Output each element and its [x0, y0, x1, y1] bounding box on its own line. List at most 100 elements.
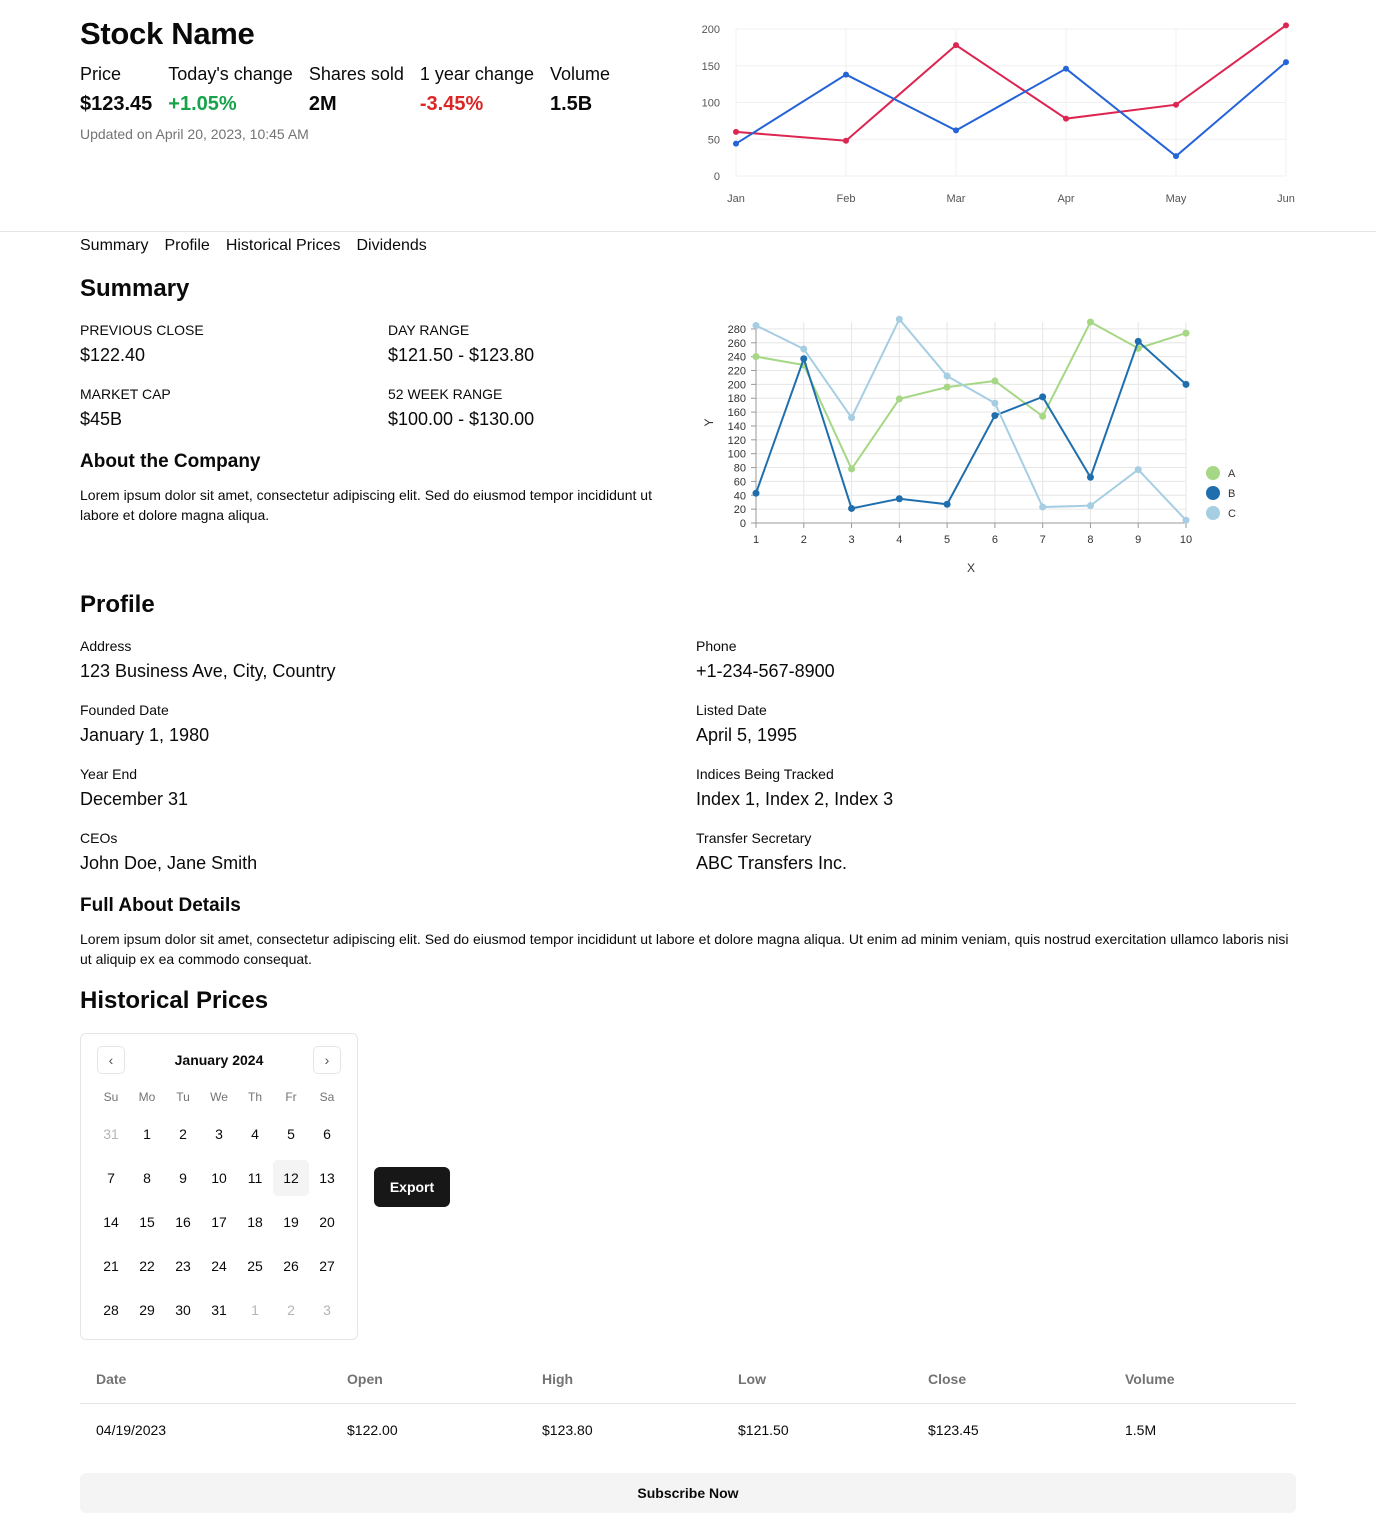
column-header: Low	[738, 1371, 766, 1387]
calendar-day[interactable]: 13	[309, 1160, 345, 1196]
calendar-day[interactable]: 18	[237, 1204, 273, 1240]
subscribe-button[interactable]: Subscribe Now	[80, 1473, 1296, 1513]
data-point	[895, 315, 903, 323]
historical-prices-title: Historical Prices	[80, 987, 269, 1014]
historical-prices-table: Date Open High Low Close Volume 04/19/20…	[80, 1355, 1296, 1456]
calendar-day[interactable]: 12	[273, 1160, 309, 1196]
calendar-next-button[interactable]: ›	[313, 1046, 341, 1074]
series-line-a	[755, 320, 1187, 471]
calendar-day[interactable]: 23	[165, 1248, 201, 1284]
calendar-day[interactable]: 5	[273, 1116, 309, 1152]
x-tick-label: 2	[801, 534, 807, 546]
calendar-day[interactable]: 2	[273, 1292, 309, 1328]
calendar-day[interactable]: 25	[237, 1248, 273, 1284]
calendar-day[interactable]: 4	[237, 1116, 273, 1152]
data-point	[953, 127, 959, 134]
data-point	[1063, 65, 1069, 72]
calendar-day[interactable]: 1	[129, 1116, 165, 1152]
profile-label: CEOs	[80, 830, 118, 846]
data-point	[943, 500, 951, 508]
stat-value: $45B	[80, 409, 123, 429]
tab-profile[interactable]: Profile	[164, 236, 209, 256]
calendar-day[interactable]: 22	[129, 1248, 165, 1284]
calendar-day[interactable]: 15	[129, 1204, 165, 1240]
calendar-day[interactable]: 3	[201, 1116, 237, 1152]
calendar-day[interactable]: 3	[309, 1292, 345, 1328]
calendar-day[interactable]: 31	[201, 1292, 237, 1328]
metric-value: 2M	[308, 93, 337, 115]
x-tick-label: 10	[1180, 534, 1192, 546]
y-tick-label: 160	[728, 407, 746, 419]
calendar-day[interactable]: 7	[93, 1160, 129, 1196]
x-tick-label: 5	[944, 534, 950, 546]
price-line-chart: 0 50 100 150 200 Jan Feb Mar Apr May Jun	[702, 22, 1295, 205]
data-point	[800, 355, 808, 363]
legend-label: C	[1228, 508, 1236, 520]
profile-label: Phone	[696, 638, 737, 654]
stat-value: $100.00 - $130.00	[388, 409, 535, 429]
calendar-day[interactable]: 21	[93, 1248, 129, 1284]
section-tabs: Summary Profile Historical Prices Divide…	[80, 236, 427, 256]
calendar-day[interactable]: 17	[201, 1204, 237, 1240]
y-tick-label: 40	[734, 490, 746, 502]
data-point	[752, 353, 760, 361]
metric-value: 1.5B	[549, 93, 593, 115]
legend-label: B	[1228, 488, 1235, 500]
x-tick-label: May	[1166, 193, 1187, 205]
calendar-day[interactable]: 30	[165, 1292, 201, 1328]
profile-transfer-secretary: Transfer Secretary ABC Transfers Inc.	[696, 829, 847, 874]
calendar-day[interactable]: 16	[165, 1204, 201, 1240]
summary-title: Summary	[80, 275, 190, 302]
metric-volume: Volume 1.5B	[550, 63, 610, 116]
table-cell: $123.80	[542, 1422, 593, 1438]
y-tick-label: 0	[740, 518, 746, 530]
data-point	[953, 42, 959, 49]
export-button[interactable]: Export	[374, 1167, 450, 1207]
table-cell: $122.00	[347, 1422, 398, 1438]
calendar-day[interactable]: 24	[201, 1248, 237, 1284]
x-tick-label: 3	[848, 534, 854, 546]
data-point	[991, 377, 999, 385]
calendar-day[interactable]: 6	[309, 1116, 345, 1152]
profile-label: Indices Being Tracked	[696, 766, 834, 782]
tab-summary[interactable]: Summary	[80, 236, 148, 256]
y-tick-label: 120	[728, 435, 746, 447]
y-tick-label: 240	[728, 352, 746, 364]
stat-label: DAY RANGE	[388, 322, 470, 338]
calendar-day[interactable]: 27	[309, 1248, 345, 1284]
calendar-day[interactable]: 28	[93, 1292, 129, 1328]
series-line-2	[735, 61, 1287, 158]
metric-value: $123.45	[80, 93, 153, 115]
y-tick-label: 80	[734, 463, 746, 475]
column-header: High	[542, 1371, 574, 1387]
profile-value: Index 1, Index 2, Index 3	[696, 789, 894, 809]
calendar-day[interactable]: 10	[201, 1160, 237, 1196]
data-point	[991, 412, 999, 420]
data-point	[1182, 516, 1190, 524]
calendar-day[interactable]: 14	[93, 1204, 129, 1240]
stat-value: $122.40	[80, 345, 146, 365]
x-tick-label: 9	[1135, 534, 1141, 546]
x-tick-label: Mar	[947, 193, 966, 205]
calendar-day[interactable]: 1	[237, 1292, 273, 1328]
profile-label: Year End	[80, 766, 138, 782]
calendar-day[interactable]: 9	[165, 1160, 201, 1196]
calendar-day[interactable]: 11	[237, 1160, 273, 1196]
data-point	[1173, 101, 1179, 108]
calendar-day[interactable]: 26	[273, 1248, 309, 1284]
y-tick-label: 180	[728, 393, 746, 405]
calendar-day[interactable]: 29	[129, 1292, 165, 1328]
calendar-day[interactable]: 2	[165, 1116, 201, 1152]
y-tick-label: 0	[714, 171, 720, 183]
calendar-day[interactable]: 20	[309, 1204, 345, 1240]
tab-historical-prices[interactable]: Historical Prices	[226, 236, 341, 256]
calendar-day[interactable]: 8	[129, 1160, 165, 1196]
profile-phone: Phone +1-234-567-8900	[696, 637, 835, 682]
data-point	[1063, 115, 1069, 122]
tab-dividends[interactable]: Dividends	[357, 236, 427, 256]
calendar-day[interactable]: 31	[93, 1116, 129, 1152]
data-point	[843, 71, 849, 78]
data-point	[1283, 59, 1289, 66]
calendar-day[interactable]: 19	[273, 1204, 309, 1240]
x-tick-label: Feb	[837, 193, 856, 205]
